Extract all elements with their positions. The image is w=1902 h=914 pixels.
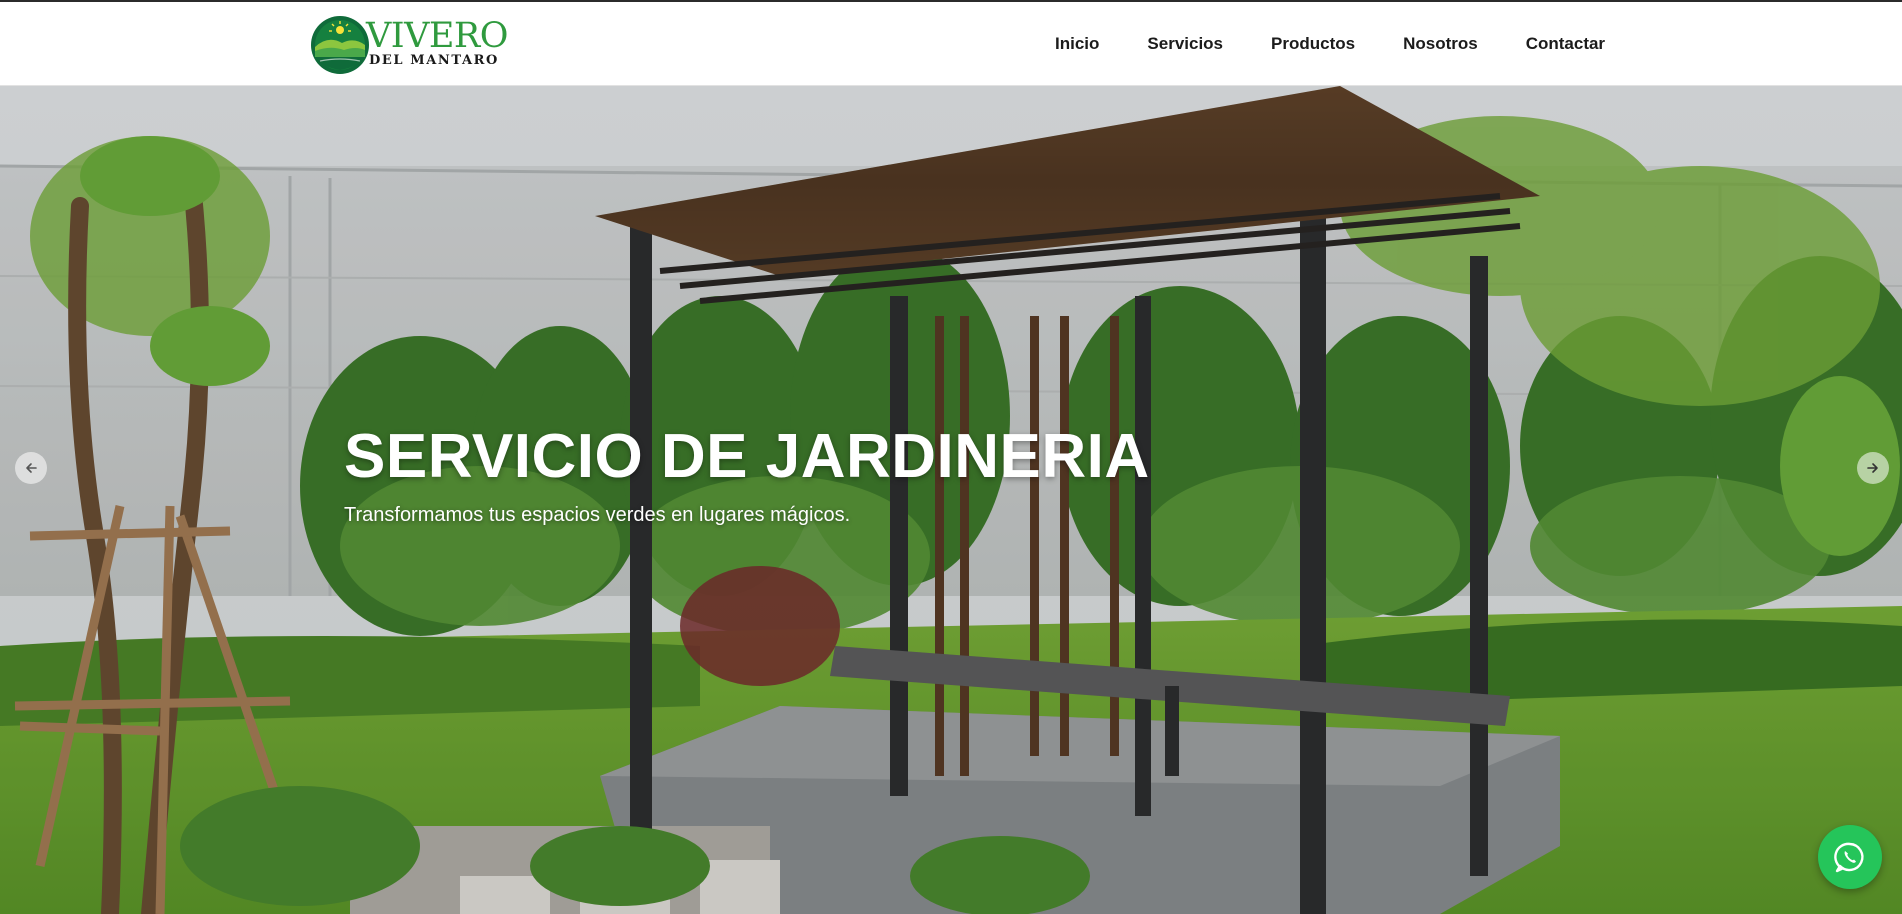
nav-link-nosotros[interactable]: Nosotros [1403,34,1478,54]
hero-title: SERVICIO DE JARDINERIA [344,422,1150,491]
site-logo[interactable]: VIVERO DEL MANTARO [310,15,510,75]
logo-name-line1: VIVERO [366,16,508,56]
carousel-prev-button[interactable] [15,452,47,484]
nav-link-inicio[interactable]: Inicio [1055,34,1099,54]
whatsapp-button[interactable] [1818,825,1882,889]
hero-subtitle: Transformamos tus espacios verdes en lug… [344,504,851,526]
nav-link-contactar[interactable]: Contactar [1526,34,1605,54]
hero-garden-image [0,86,1902,914]
hero-carousel: SERVICIO DE JARDINERIA Transformamos tus… [0,86,1902,914]
site-header: VIVERO DEL MANTARO Inicio Servicios Prod… [0,2,1902,86]
main-nav: Inicio Servicios Productos Nosotros Cont… [1055,2,1605,86]
logo-name-line2: DEL MANTARO [369,53,499,68]
whatsapp-icon [1834,842,1864,873]
carousel-next-button[interactable] [1857,452,1889,484]
arrow-left-icon [26,463,37,473]
nav-link-servicios[interactable]: Servicios [1147,34,1223,54]
arrow-right-icon [1867,463,1878,473]
logo-icon [311,16,369,74]
nav-link-productos[interactable]: Productos [1271,34,1355,54]
